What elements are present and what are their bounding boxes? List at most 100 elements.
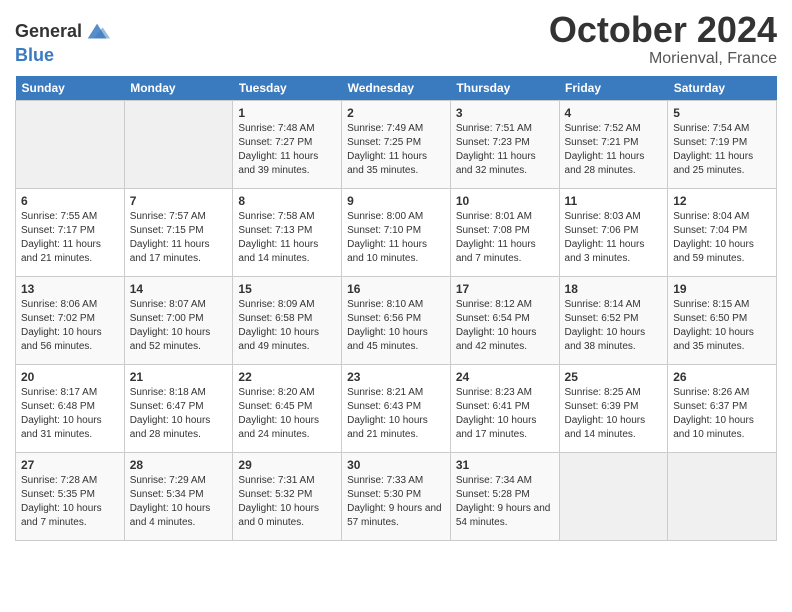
calendar-cell: 2Sunrise: 7:49 AMSunset: 7:25 PMDaylight…	[342, 100, 451, 188]
page-header: General Blue October 2024 Morienval, Fra…	[15, 10, 777, 68]
day-number: 22	[238, 369, 336, 386]
daylight-text: Daylight: 11 hours and 17 minutes.	[130, 239, 210, 264]
day-number: 20	[21, 369, 119, 386]
location: Morienval, France	[549, 50, 777, 68]
sunrise-text: Sunrise: 8:23 AM	[456, 387, 532, 398]
calendar-table: SundayMondayTuesdayWednesdayThursdayFrid…	[15, 76, 777, 541]
calendar-cell: 25Sunrise: 8:25 AMSunset: 6:39 PMDayligh…	[559, 364, 668, 452]
day-header-thursday: Thursday	[450, 76, 559, 101]
day-number: 6	[21, 193, 119, 210]
sunset-text: Sunset: 6:50 PM	[673, 313, 747, 324]
daylight-text: Daylight: 10 hours and 14 minutes.	[565, 415, 646, 440]
cell-content: Sunrise: 7:29 AMSunset: 5:34 PMDaylight:…	[130, 474, 228, 530]
cell-content: Sunrise: 7:48 AMSunset: 7:27 PMDaylight:…	[238, 122, 336, 178]
calendar-cell: 12Sunrise: 8:04 AMSunset: 7:04 PMDayligh…	[668, 188, 777, 276]
daylight-text: Daylight: 10 hours and 21 minutes.	[347, 415, 428, 440]
cell-content: Sunrise: 7:52 AM Sunset: 7:21 PM Daylight:…	[565, 122, 663, 178]
day-number: 3	[456, 105, 554, 122]
calendar-cell	[16, 100, 125, 188]
cell-content: Sunrise: 8:17 AMSunset: 6:48 PMDaylight:…	[21, 386, 119, 442]
sunset-text: Sunset: 7:00 PM	[130, 313, 204, 324]
day-number: 30	[347, 457, 445, 474]
calendar-week-1: 1Sunrise: 7:48 AMSunset: 7:27 PMDaylight…	[16, 100, 777, 188]
calendar-cell: 7Sunrise: 7:57 AMSunset: 7:15 PMDaylight…	[124, 188, 233, 276]
calendar-cell: 15Sunrise: 8:09 AM Sunset: 6:58 PM Dayligh…	[233, 276, 342, 364]
daylight-text: Daylight: 10 hours and 42 minutes.	[456, 327, 537, 352]
sunset-text: Sunset: 7:13 PM	[238, 225, 312, 236]
calendar-cell: 3Sunrise: 7:51 AMSunset: 7:23 PMDaylight…	[450, 100, 559, 188]
calendar-cell: 14Sunrise: 8:07 AMSunset: 7:00 PMDayligh…	[124, 276, 233, 364]
calendar-cell	[559, 452, 668, 540]
sunrise-text: Sunrise: 7:31 AM	[238, 475, 314, 486]
sunset-text: Sunset: 7:06 PM	[565, 225, 639, 236]
sunrise-text: Sunrise: 7:28 AM	[21, 475, 97, 486]
sunset-text: Sunset: 7:08 PM	[456, 225, 530, 236]
sunrise-text: Sunrise: 8:00 AM	[347, 211, 423, 222]
calendar-cell: 6Sunrise: 7:55 AMSunset: 7:17 PMDaylight…	[16, 188, 125, 276]
day-number: 2	[347, 105, 445, 122]
daylight-text: Daylight: 10 hours and 56 minutes.	[21, 327, 102, 352]
day-number: 14	[130, 281, 228, 298]
calendar-cell: 9Sunrise: 8:00 AMSunset: 7:10 PMDaylight…	[342, 188, 451, 276]
sunrise-text: Sunrise: 8:12 AM	[456, 299, 532, 310]
calendar-cell: 23Sunrise: 8:21 AMSunset: 6:43 PMDayligh…	[342, 364, 451, 452]
logo-icon	[84, 18, 112, 46]
day-number: 16	[347, 281, 445, 298]
day-number: 31	[456, 457, 554, 474]
cell-content: Sunrise: 7:58 AMSunset: 7:13 PMDaylight:…	[238, 210, 336, 266]
day-number: 15	[238, 281, 336, 298]
sunrise-text: Sunrise: 8:04 AM	[673, 211, 749, 222]
day-number: 8	[238, 193, 336, 210]
day-number: 17	[456, 281, 554, 298]
sunrise-text: Sunrise: 7:52 AM	[565, 123, 641, 134]
sunset-text: Sunset: 6:37 PM	[673, 401, 747, 412]
day-header-friday: Friday	[559, 76, 668, 101]
daylight-text: Daylight: 10 hours and 31 minutes.	[21, 415, 102, 440]
daylight-text: Daylight: 10 hours and 17 minutes.	[456, 415, 537, 440]
day-number: 21	[130, 369, 228, 386]
cell-content: Sunrise: 7:34 AMSunset: 5:28 PMDaylight:…	[456, 474, 554, 530]
daylight-text: Daylight: 10 hours and 24 minutes.	[238, 415, 319, 440]
sunset-text: Sunset: 7:21 PM	[565, 137, 639, 148]
day-number: 5	[673, 105, 771, 122]
calendar-cell: 4Sunrise: 7:52 AMSunset: 7:21 PMDaylight…	[559, 100, 668, 188]
cell-content: Sunrise: 8:00 AMSunset: 7:10 PMDaylight:…	[347, 210, 445, 266]
daylight-text: Daylight: 11 hours and 39 minutes.	[238, 151, 318, 176]
calendar-header-row: SundayMondayTuesdayWednesdayThursdayFrid…	[16, 76, 777, 101]
sunset-text: Sunset: 5:32 PM	[238, 489, 312, 500]
sunrise-text: Sunrise: 8:03 AM	[565, 211, 641, 222]
calendar-cell: 22Sunrise: 8:20 AMSunset: 6:45 PMDayligh…	[233, 364, 342, 452]
daylight-text: Daylight: 11 hours and 28 minutes.	[565, 151, 645, 176]
sunset-text: Sunset: 6:39 PM	[565, 401, 639, 412]
logo: General Blue	[15, 18, 112, 66]
sunset-text: Sunset: 7:15 PM	[130, 225, 204, 236]
daylight-text: Daylight: 11 hours and 10 minutes.	[347, 239, 427, 264]
cell-content: Sunrise: 8:10 AMSunset: 6:56 PMDaylight:…	[347, 298, 445, 354]
sunrise-text: Sunrise: 8:14 AM	[565, 299, 641, 310]
sunrise-text: Sunrise: 8:09 AM	[238, 299, 314, 310]
cell-content: Sunrise: 7:33 AMSunset: 5:30 PMDaylight:…	[347, 474, 445, 530]
sunset-text: Sunset: 7:02 PM	[21, 313, 95, 324]
daylight-text: Daylight: 10 hours and 49 minutes.	[238, 327, 319, 352]
day-number: 12	[673, 193, 771, 210]
sunrise-text: Sunrise: 7:48 AM	[238, 123, 314, 134]
calendar-cell: 16Sunrise: 8:10 AMSunset: 6:56 PMDayligh…	[342, 276, 451, 364]
sunrise-text: Sunrise: 7:51 AM	[456, 123, 532, 134]
calendar-cell: 13Sunrise: 8:06 AMSunset: 7:02 PMDayligh…	[16, 276, 125, 364]
calendar-cell: 18Sunrise: 8:14 AMSunset: 6:52 PMDayligh…	[559, 276, 668, 364]
sunset-text: Sunset: 6:58 PM	[238, 313, 312, 324]
sunset-text: Sunset: 7:25 PM	[347, 137, 421, 148]
sunset-text: Sunset: 5:34 PM	[130, 489, 204, 500]
sunset-text: Sunset: 6:45 PM	[238, 401, 312, 412]
cell-content: Sunrise: 8:26 AMSunset: 6:37 PMDaylight:…	[673, 386, 771, 442]
day-number: 10	[456, 193, 554, 210]
sunrise-text: Sunrise: 7:34 AM	[456, 475, 532, 486]
sunrise-text: Sunrise: 8:10 AM	[347, 299, 423, 310]
sunrise-text: Sunrise: 8:17 AM	[21, 387, 97, 398]
sunset-text: Sunset: 7:19 PM	[673, 137, 747, 148]
daylight-text: Daylight: 11 hours and 35 minutes.	[347, 151, 427, 176]
sunset-text: Sunset: 6:52 PM	[565, 313, 639, 324]
cell-content: Sunrise: 7:49 AMSunset: 7:25 PMDaylight:…	[347, 122, 445, 178]
calendar-cell: 30Sunrise: 7:33 AMSunset: 5:30 PMDayligh…	[342, 452, 451, 540]
sunrise-text: Sunrise: 7:57 AM	[130, 211, 206, 222]
